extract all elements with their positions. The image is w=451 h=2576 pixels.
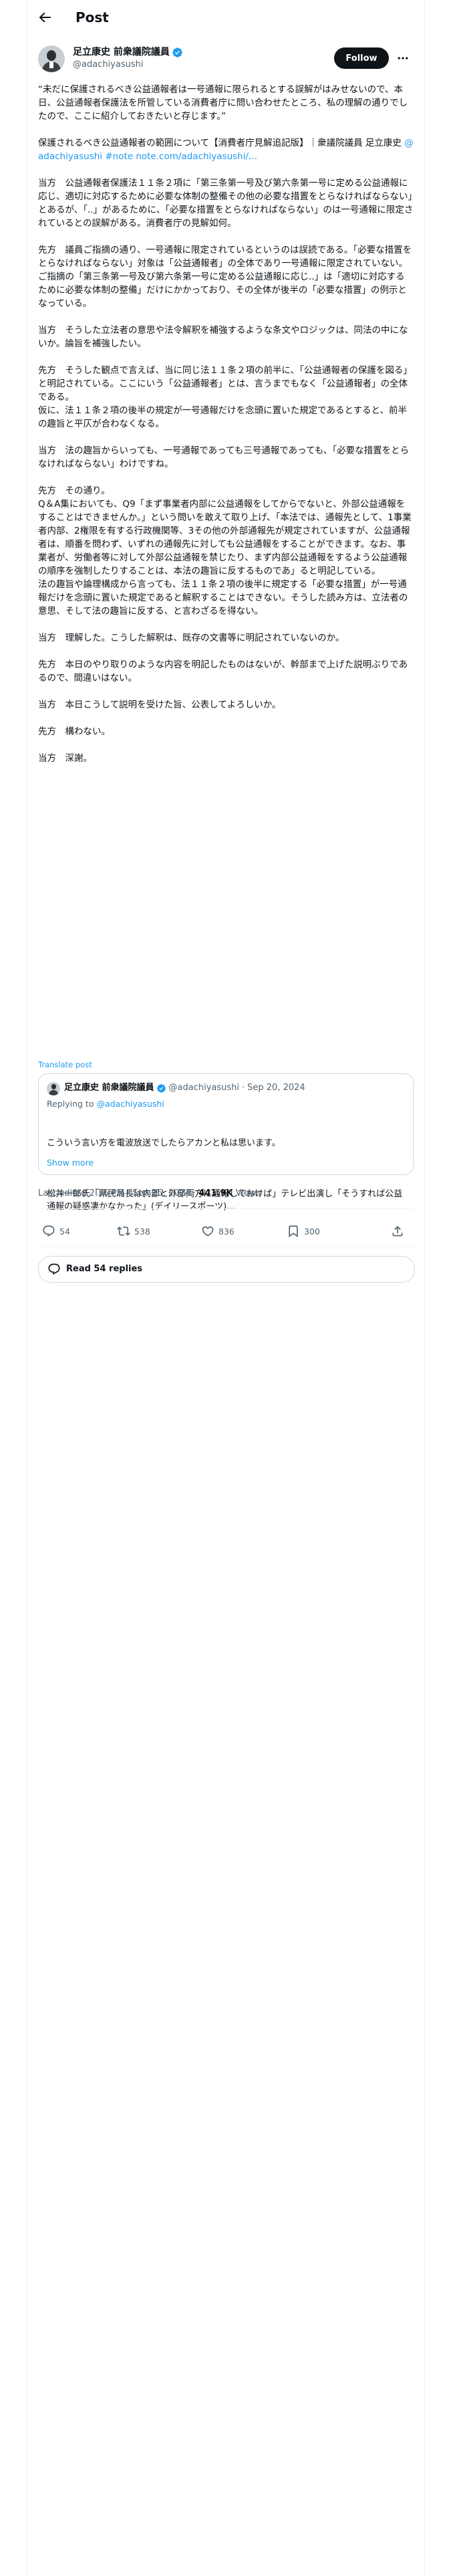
share-button[interactable] (391, 1224, 408, 1238)
tweet-paragraph-text: 先方 本日のやり取りのような内容を明記したものはないが、幹部まで上げた説明ぶりで… (38, 659, 408, 683)
read-replies-label: Read 54 replies (66, 1264, 143, 1274)
tweet-paragraph-text: 先方 構わない。 (38, 726, 110, 737)
share-icon (392, 1226, 403, 1237)
bookmark-button[interactable]: 300 (287, 1224, 320, 1238)
translate-post-link[interactable]: Translate post (38, 1059, 92, 1070)
quoted-verified-badge-icon (156, 1083, 166, 1093)
tweet-paragraph: 先方 そうした観点で言えば、当に同じ法１１条２項の前半に、「公益通報者の保護を図… (38, 364, 414, 431)
author-row: 足立康史 前衆議院議員 @adachiyasushi Follow (38, 44, 414, 74)
tweet-paragraph: 先方 その通り。 Q＆A集においても、Q9「まず事業者内部に公益通報をしてからで… (38, 484, 414, 618)
meta-separator: · (127, 1188, 130, 1198)
tweet-text: “未だに保護されるべき公益通報者は一号通報に限られるとする誤解がはみせないので、… (38, 83, 414, 765)
verified-badge-icon (172, 47, 182, 58)
author-name-row: 足立康史 前衆議院議員 (73, 45, 183, 59)
reply-button[interactable]: 54 (42, 1224, 70, 1238)
post-date[interactable]: Sep 25, 2024 (132, 1188, 190, 1198)
quoted-post[interactable]: 足立康史 前衆議院議員 @adachiyasushi · Sep 20, 202… (38, 1073, 414, 1212)
avatar-head (47, 50, 56, 61)
quoted-avatar-head (51, 1084, 56, 1089)
tweet-paragraph: 先方 議員ご指摘の通り、一号通報に限定されているというのは誤読である。「必要な措… (38, 243, 414, 310)
quoted-avatar-body (49, 1090, 58, 1095)
post-time[interactable]: 2:36 PM (90, 1188, 124, 1198)
tweet-paragraph-text: 当方 公益通報者保護法１１条２項に「第三条第一号及び第六条第一号に定める公益通報… (38, 178, 414, 229)
quoted-separator: · (242, 1083, 245, 1093)
tweet-paragraph: 当方 理解した。こうした解釈は、既存の文書等に明記されていないのか。 (38, 631, 414, 645)
repost-count: 538 (134, 1226, 150, 1237)
tweet-paragraph: 保護されるべき公益通報者の範囲について【消費者庁見解追記版】｜衆議院議員 足立康… (38, 136, 414, 163)
tweet-paragraph-text: 当方 本日こうして説明を受けた旨、公表してよろしいか。 (38, 700, 281, 710)
follow-button[interactable]: Follow (334, 47, 389, 69)
quoted-date: Sep 20, 2024 (247, 1083, 305, 1093)
quoted-author-name: 足立康史 前衆議院議員 (64, 1083, 154, 1093)
tweet-paragraph: 先方 本日のやり取りのような内容を明記したものはないが、幹部まで上げた説明ぶりで… (38, 658, 414, 685)
quoted-reply-handle[interactable]: @adachiyasushi (96, 1099, 164, 1109)
tweet-paragraph-text: 先方 議員ご指摘の通り、一号通報に限定されているというのは誤読である。「必要な措… (38, 245, 412, 309)
like-count: 836 (218, 1226, 235, 1237)
speech-bubble-icon (48, 1263, 60, 1275)
action-bar: 54 538 836 300 (38, 1216, 414, 1246)
repost-button[interactable]: 538 (117, 1224, 150, 1238)
tweet-paragraph: 当方 深謝。 (38, 752, 414, 765)
views-count: 441.9K (198, 1188, 233, 1198)
heart-icon (202, 1226, 214, 1237)
quoted-handle: @adachiyasushi (168, 1083, 240, 1093)
show-more-link[interactable]: Show more (47, 1157, 94, 1169)
avatar[interactable] (38, 45, 65, 72)
back-arrow-icon[interactable] (37, 9, 53, 25)
divider (38, 1208, 414, 1209)
tweet-paragraph-text: 当方 理解した。こうした解釈は、既存の文書等に明記されていないのか。 (38, 633, 345, 643)
tweet-paragraph-text: 当方 そうした立法者の意思や法令解釈を補強するような条文やロジックは、同法の中に… (38, 325, 408, 349)
post-metadata: Last edited 2:36 PM · Sep 25, 2024 · 441… (38, 1187, 261, 1200)
tweet-paragraph: 当方 そうした立法者の意思や法令解釈を補強するような条文やロジックは、同法の中に… (38, 324, 414, 350)
tweet-paragraph: “未だに保護されるべき公益通報者は一号通報に限られるとする誤解がはみせないので、… (38, 83, 414, 123)
tweet-paragraph: 当方 本日こうして説明を受けた旨、公表してよろしいか。 (38, 698, 414, 712)
quoted-replying-to: Replying to @adachiyasushi (47, 1098, 164, 1110)
like-button[interactable]: 836 (201, 1224, 235, 1238)
avatar-shirt (49, 62, 53, 68)
quoted-header: 足立康史 前衆議院議員 @adachiyasushi · Sep 20, 202… (64, 1081, 305, 1095)
quoted-avatar (47, 1082, 60, 1095)
tweet-paragraph: 当方 法の趣旨からいっても、一号通報であっても三号通報であっても、「必要な措置を… (38, 444, 414, 471)
author-name[interactable]: 足立康史 前衆議院議員 (73, 45, 170, 59)
tweet-paragraph: 当方 公益通報者保護法１１条２項に「第三条第一号及び第六条第一号に定める公益通報… (38, 177, 414, 230)
tweet-paragraph-text: 当方 深謝。 (38, 753, 92, 764)
tweet-paragraph-text: 当方 法の趣旨からいっても、一号通報であっても三号通報であっても、「必要な措置を… (38, 445, 410, 469)
post-column: Post 足立康史 前衆議院議員 @adachiyasushi Follow “… (27, 0, 425, 2576)
tweet-paragraph-text: 先方 その通り。 Q＆A集においても、Q9「まず事業者内部に公益通報をしてからで… (38, 486, 412, 617)
meta-separator: · (193, 1188, 196, 1198)
reply-count: 54 (59, 1226, 70, 1237)
reply-icon (43, 1225, 55, 1237)
quoted-paragraph: こういう言い方を電波放送でしたらアカンと私は思います。 (47, 1138, 281, 1148)
read-replies-button[interactable]: Read 54 replies (38, 1256, 415, 1283)
tweet-paragraph-text: 先方 そうした観点で言えば、当に同じ法１１条２項の前半に、「公益通報者の保護を図… (38, 365, 412, 429)
top-bar: Post (27, 0, 424, 35)
author-handle[interactable]: @adachiyasushi (73, 59, 143, 71)
quoted-reply-prefix: Replying to (47, 1099, 97, 1109)
more-options-icon[interactable] (396, 51, 410, 65)
tweet-paragraph-text: “未だに保護されるべき公益通報者は一号通報に限られるとする誤解がはみせないので、… (38, 84, 408, 122)
repost-icon (117, 1226, 130, 1236)
page-title: Post (76, 9, 109, 25)
tweet-paragraph: 先方 構わない。 (38, 725, 414, 738)
bookmark-count: 300 (304, 1226, 320, 1237)
views-label: Views (235, 1188, 261, 1198)
last-edited-label[interactable]: Last edited (38, 1188, 86, 1198)
bookmark-icon (289, 1225, 298, 1238)
tweet-paragraph-text: 保護されるべき公益通報者の範囲について【消費者庁見解追記版】｜衆議院議員 足立康… (38, 138, 405, 148)
